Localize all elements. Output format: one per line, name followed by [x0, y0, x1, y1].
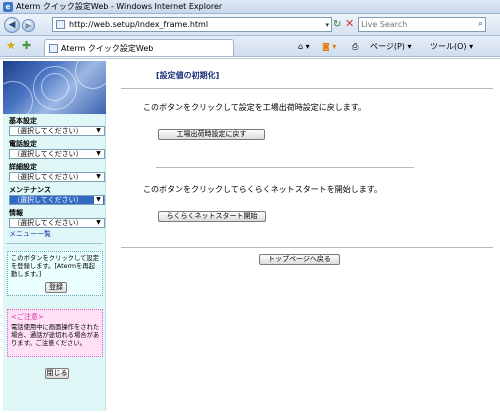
warning-text: 電話使用中に画面操作をされた場合、通話が途切れる場合があります。ご注意ください。 — [11, 324, 100, 347]
print-icon[interactable]: ⎙ — [352, 41, 358, 52]
page-content: 基本設定 （選択してください） ▼ 電話設定 （選択してください） ▼ 詳細設定… — [0, 58, 500, 413]
top-page-button[interactable]: トップページへ戻る — [259, 254, 340, 265]
menu-select-value: （選択してください） — [13, 173, 83, 181]
chevron-down-icon: ▼ — [96, 150, 101, 157]
menu-select-value: （選択してください） — [13, 196, 83, 204]
menu-select-advanced[interactable]: （選択してください） ▼ — [9, 172, 105, 182]
chevron-down-icon[interactable]: ▾ — [325, 20, 329, 30]
sidebar: 基本設定 （選択してください） ▼ 電話設定 （選択してください） ▼ 詳細設定… — [3, 61, 106, 411]
chevron-down-icon: ▼ — [96, 219, 101, 226]
chevron-down-icon: ▼ — [96, 173, 101, 180]
divider — [121, 88, 493, 89]
tab-aterm[interactable]: Aterm クイック設定Web — [44, 39, 234, 56]
back-button[interactable]: ◀ — [4, 17, 20, 33]
easy-start-button[interactable]: らくらくネットスタート開始 — [158, 211, 266, 222]
menu-select-value: （選択してください） — [13, 219, 83, 227]
address-toolbar: ◀ ▶ http://web.setup/index_frame.html ▾ … — [0, 14, 500, 36]
divider — [6, 243, 103, 244]
stop-icon[interactable]: ✕ — [345, 18, 354, 30]
factory-reset-button[interactable]: 工場出荷時設定に戻す — [158, 129, 265, 140]
register-info-text: このボタンをクリックして設定を登録します。[Atermを再起動します。] — [11, 255, 99, 278]
page-menu[interactable]: ページ(P) ▾ — [370, 41, 411, 52]
forward-button[interactable]: ▶ — [22, 19, 35, 32]
menu-select-maintenance[interactable]: （選択してください） ▼ — [9, 195, 105, 205]
page-icon — [56, 20, 65, 29]
add-favorite-icon[interactable]: ✚ — [22, 40, 31, 52]
ie-icon: e — [3, 2, 13, 12]
refresh-icon[interactable]: ↻ — [333, 19, 341, 31]
menu-select-phone[interactable]: （選択してください） ▼ — [9, 149, 105, 159]
aterm-banner-image — [3, 61, 106, 114]
warning-box: <ご注意> 電話使用中に画面操作をされた場合、通話が途切れる場合があります。ご注… — [7, 309, 103, 357]
chevron-down-icon: ▼ — [94, 196, 103, 204]
menu-label-maintenance: メンテナンス — [9, 186, 51, 194]
menu-list-link[interactable]: メニュー一覧 — [9, 230, 51, 239]
register-info-box: このボタンをクリックして設定を登録します。[Atermを再起動します。] 登録 — [7, 251, 103, 296]
search-icon[interactable]: ⌕ — [478, 18, 483, 30]
page-title: [設定値の初期化] — [156, 71, 220, 80]
search-box: ⌕ — [358, 17, 486, 32]
window-title: Aterm クイック設定Web - Windows Internet Explo… — [16, 2, 223, 11]
divider — [121, 247, 493, 248]
easy-start-description: このボタンをクリックしてらくらくネットスタートを開始します。 — [143, 185, 382, 194]
page-icon — [49, 44, 58, 53]
register-button[interactable]: 登録 — [45, 282, 67, 293]
home-icon[interactable]: ⌂ ▾ — [298, 41, 310, 52]
window-titlebar: e Aterm クイック設定Web - Windows Internet Exp… — [0, 0, 500, 14]
menu-label-advanced: 詳細設定 — [9, 163, 37, 171]
menu-select-basic[interactable]: （選択してください） ▼ — [9, 126, 105, 136]
factory-reset-description: このボタンをクリックして設定を工場出荷時設定に戻します。 — [143, 103, 366, 112]
divider — [156, 167, 414, 168]
feeds-icon[interactable]: ◙ ▾ — [322, 41, 336, 52]
tab-label: Aterm クイック設定Web — [61, 44, 154, 53]
chevron-down-icon: ▼ — [96, 127, 101, 134]
favorites-star-icon[interactable]: ★ — [6, 40, 16, 52]
warning-title: <ご注意> — [11, 313, 44, 321]
menu-select-value: （選択してください） — [13, 150, 83, 158]
main-panel: [設定値の初期化] このボタンをクリックして設定を工場出荷時設定に戻します。 工… — [107, 61, 497, 411]
menu-select-info[interactable]: （選択してください） ▼ — [9, 218, 105, 228]
menu-select-value: （選択してください） — [13, 127, 83, 135]
search-input[interactable] — [361, 19, 469, 30]
menu-label-info: 情報 — [9, 209, 23, 217]
url-text: http://web.setup/index_frame.html — [69, 20, 209, 29]
tools-menu[interactable]: ツール(O) ▾ — [430, 41, 473, 52]
menu-label-phone: 電話設定 — [9, 140, 37, 148]
tab-toolbar: ★ ✚ Aterm クイック設定Web ⌂ ▾ ◙ ▾ ⎙ ページ(P) ▾ ツ… — [0, 36, 500, 57]
close-button[interactable]: 閉じる — [45, 368, 69, 379]
address-field[interactable]: http://web.setup/index_frame.html ▾ — [52, 17, 332, 32]
menu-label-basic: 基本設定 — [9, 117, 37, 125]
